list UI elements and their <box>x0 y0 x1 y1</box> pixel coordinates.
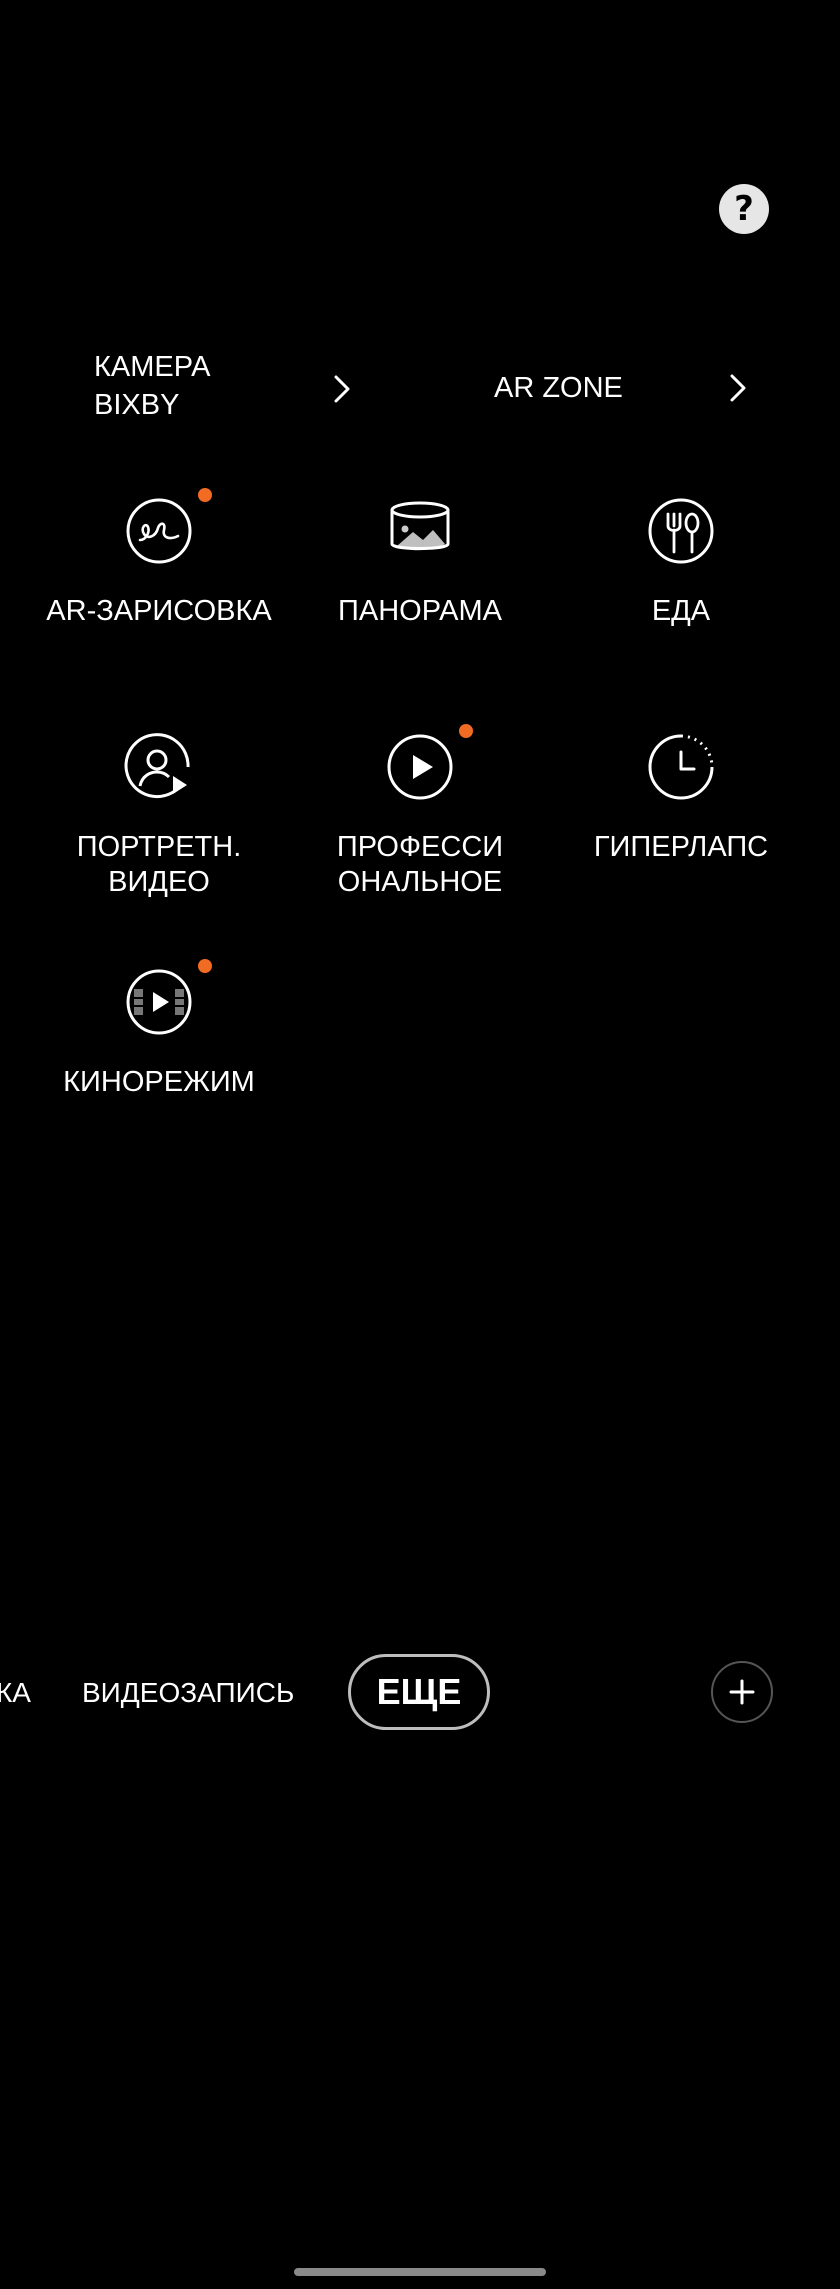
pro-video-icon <box>387 734 453 800</box>
mode-label: ГИПЕРЛАПС <box>593 831 769 863</box>
new-badge <box>198 959 212 973</box>
new-badge <box>198 488 212 502</box>
mode-panorama[interactable]: ПАНОРАМА <box>289 496 551 629</box>
portrait-video-icon <box>124 733 190 799</box>
mode-label: ПРОФЕССИ ОНАЛЬНОЕ <box>336 831 504 898</box>
ar-zone-label: AR ZONE <box>494 372 623 404</box>
mode-food[interactable]: ЕДА <box>550 496 812 629</box>
chevron-right-icon <box>730 374 746 402</box>
mode-portrait-video[interactable]: ПОРТРЕТН. ВИДЕО <box>28 732 290 900</box>
mode-label: ПОРТРЕТН. ВИДЕО <box>76 831 242 898</box>
more-label: ЕЩЕ <box>376 1671 462 1712</box>
mode-label: AR-ЗАРИСОВКА <box>46 595 272 627</box>
new-badge <box>459 724 473 738</box>
mode-director-view[interactable]: КИНОРЕЖИМ <box>28 959 290 1100</box>
ar-doodle-icon <box>126 498 192 564</box>
plus-icon <box>729 1679 755 1705</box>
chevron-right-icon <box>334 375 350 403</box>
mode-label: ПАНОРАМА <box>338 595 502 627</box>
bixby-vision-link[interactable]: КАМЕРА BIXBY <box>94 348 354 428</box>
mode-pro-video[interactable]: ПРОФЕССИ ОНАЛЬНОЕ <box>289 724 551 900</box>
add-mode-button[interactable] <box>711 1661 773 1723</box>
mode-hyperlapse[interactable]: ГИПЕРЛАПС <box>550 732 812 865</box>
mode-label: КИНОРЕЖИМ <box>63 1066 255 1098</box>
mode-ar-doodle[interactable]: AR-ЗАРИСОВКА <box>28 488 290 629</box>
question-icon: ? <box>734 189 754 229</box>
director-view-icon <box>126 969 192 1035</box>
ar-zone-link[interactable]: AR ZONE <box>494 367 754 409</box>
tab-video[interactable]: ВИДЕОЗАПИСЬ <box>82 1677 294 1709</box>
panorama-icon <box>390 501 450 551</box>
food-icon <box>648 498 714 564</box>
mode-label: ЕДА <box>651 595 711 627</box>
home-indicator[interactable] <box>294 2268 546 2276</box>
tab-photo-partial[interactable]: КА <box>0 1677 31 1709</box>
bixby-vision-label: КАМЕРА BIXBY <box>94 351 211 421</box>
hyperlapse-icon <box>648 734 714 800</box>
tab-more[interactable]: ЕЩЕ <box>348 1654 490 1730</box>
help-button[interactable]: ? <box>719 184 769 234</box>
